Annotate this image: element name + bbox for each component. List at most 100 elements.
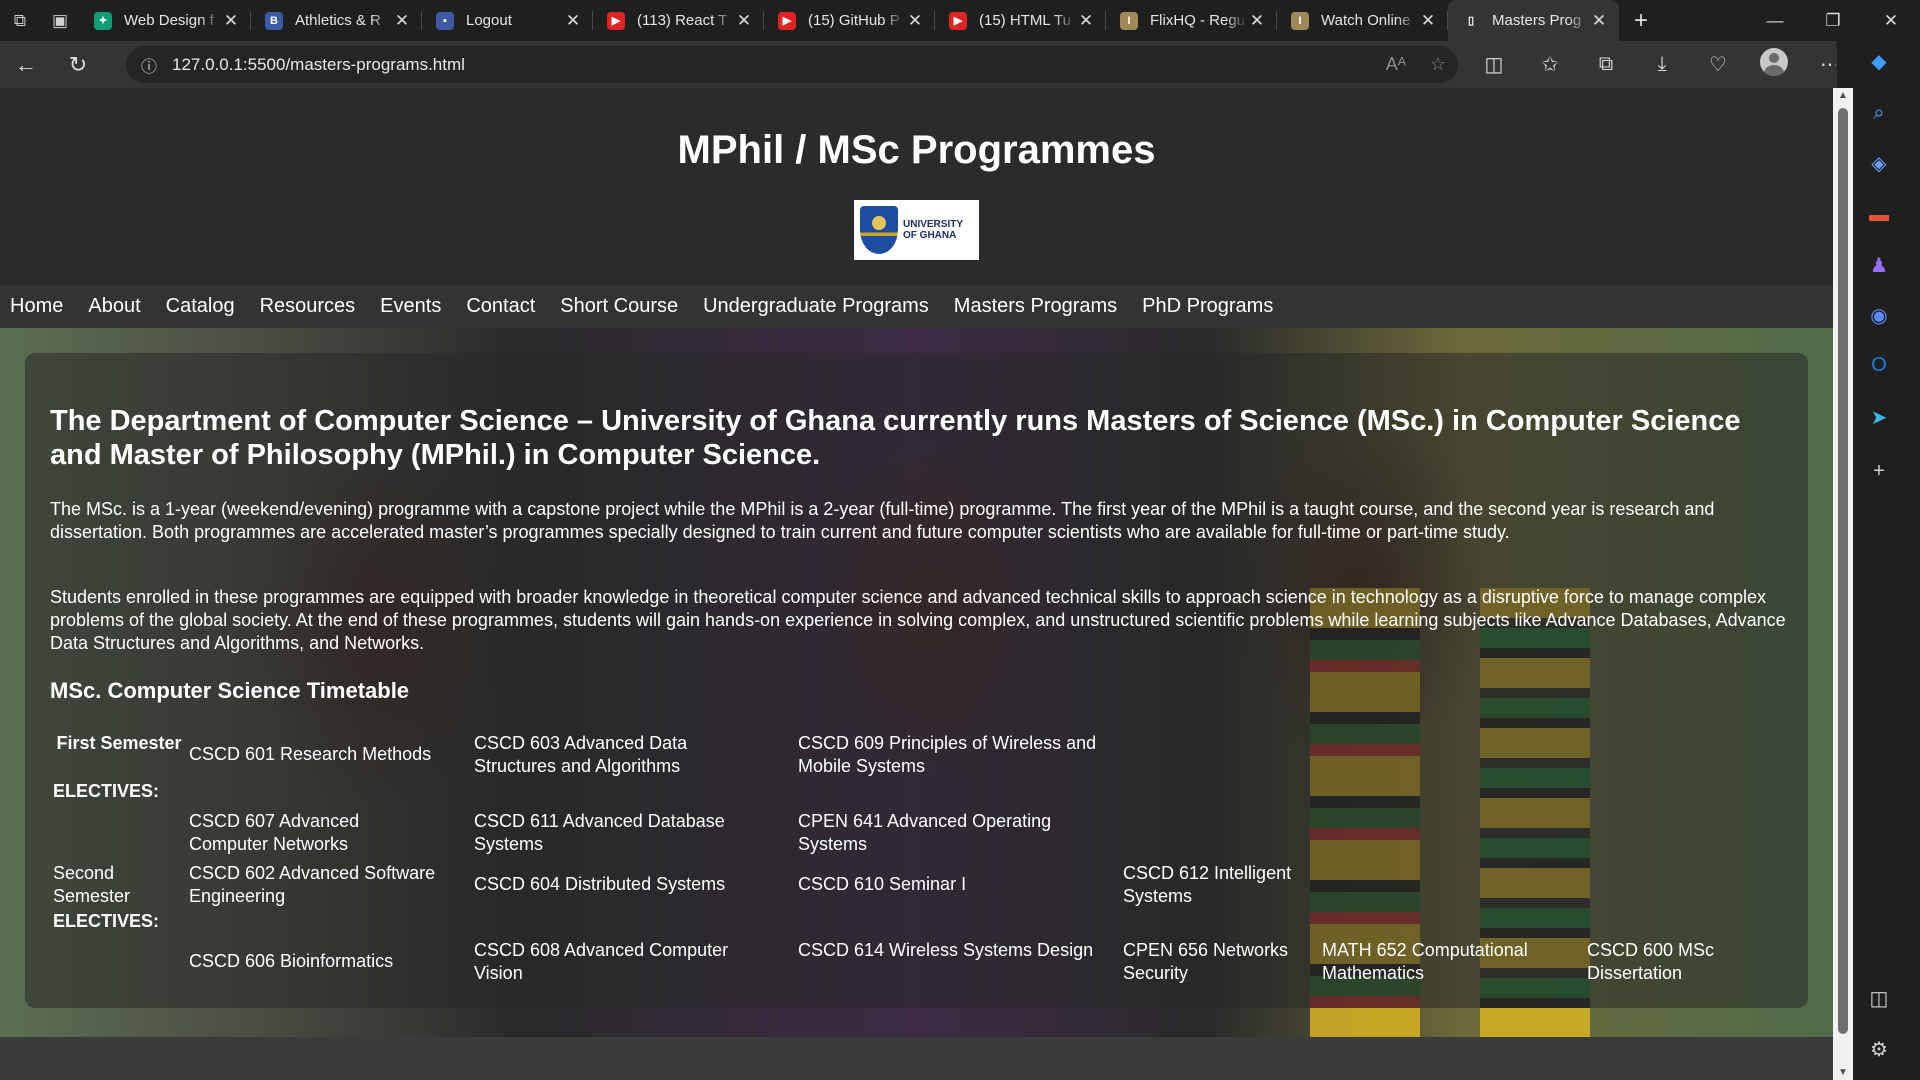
- course-cell: CSCD 606 Bioinformatics: [189, 951, 394, 971]
- tab-strip: ✦ Web Design f ✕ B Athletics & R ✕ ▪ Logout ✕ ▶ (1…: [80, 0, 1619, 41]
- chatgpt-icon: ✦: [94, 11, 112, 30]
- intro-paragraph-2: Students enrolled in these programmes ar…: [50, 587, 1786, 653]
- course-cell: CSCD 602 Advanced Software Engineering: [189, 863, 436, 906]
- logo-text-line2: OF GHANA: [903, 230, 957, 241]
- program-intro-heading: The Department of Computer Science – Uni…: [50, 405, 1741, 471]
- browser-tab[interactable]: ▶ (15) GitHub P ✕: [764, 0, 935, 41]
- electives-label: ELECTIVES:: [53, 911, 160, 931]
- page-title: MPhil / MSc Programmes: [677, 128, 1156, 172]
- address-bar[interactable]: ⓘ 127.0.0.1:5500/masters-programs.html A…: [126, 46, 1458, 83]
- course-cell: CPEN 641 Advanced Operating Systems: [798, 811, 1052, 854]
- nav-link-undergraduate-programs[interactable]: Undergraduate Programs: [703, 295, 929, 318]
- tab-title: Watch Online: [1321, 12, 1411, 29]
- close-window-icon[interactable]: ✕: [1862, 0, 1920, 41]
- course-cell: CSCD 609 Principles of Wireless and Mobi…: [798, 733, 1097, 776]
- browser-tab[interactable]: B Athletics & R ✕: [251, 0, 422, 41]
- profile-avatar[interactable]: [1746, 47, 1802, 82]
- minimize-icon[interactable]: —: [1746, 0, 1804, 41]
- intro-paragraph-1: The MSc. is a 1-year (weekend/evening) p…: [50, 499, 1715, 542]
- copilot-icon[interactable]: ◆: [1837, 41, 1920, 81]
- vertical-tabs-icon[interactable]: ▣: [40, 0, 80, 41]
- browser-tab[interactable]: I Watch Online ✕: [1277, 0, 1448, 41]
- nav-link-home[interactable]: Home: [10, 295, 63, 318]
- tab-title: Web Design f: [124, 12, 214, 29]
- course-cell: CSCD 614 Wireless Systems Design: [798, 940, 1094, 960]
- site-header: MPhil / MSc Programmes UNIVERSITY OF GHA…: [0, 88, 1833, 285]
- scroll-down-icon[interactable]: ▼: [1833, 1067, 1853, 1078]
- back-icon[interactable]: ←: [0, 41, 52, 88]
- favorite-star-icon[interactable]: ☆: [1430, 54, 1446, 75]
- browser-tab[interactable]: ▯ Masters Prog ✕: [1448, 0, 1619, 41]
- course-cell: CSCD 612 Intelligent Systems: [1123, 863, 1292, 906]
- tab-close-icon[interactable]: ✕: [1247, 11, 1267, 31]
- tab-close-icon[interactable]: ✕: [1076, 11, 1096, 31]
- tab-close-icon[interactable]: ✕: [1589, 11, 1609, 31]
- course-cell: CSCD 600 MSc Dissertation: [1587, 940, 1715, 983]
- restore-icon[interactable]: ❐: [1804, 0, 1862, 41]
- nav-link-phd-programs[interactable]: PhD Programs: [1142, 295, 1273, 318]
- page-icon: ▯: [1462, 11, 1480, 30]
- scroll-up-icon[interactable]: ▲: [1833, 90, 1853, 101]
- nav-link-masters-programs[interactable]: Masters Programs: [954, 295, 1117, 318]
- tab-close-icon[interactable]: ✕: [1418, 11, 1438, 31]
- site-info-icon[interactable]: ⓘ: [126, 53, 172, 77]
- youtube-icon: ▶: [607, 11, 625, 30]
- refresh-icon[interactable]: ↻: [52, 41, 104, 88]
- split-screen-icon[interactable]: ◫: [1466, 52, 1522, 77]
- nav-link-short-course[interactable]: Short Course: [560, 295, 678, 318]
- tab-close-icon[interactable]: ✕: [734, 11, 754, 31]
- scrollbar-thumb[interactable]: [1838, 108, 1848, 1034]
- performance-icon[interactable]: ♡: [1690, 52, 1746, 77]
- tab-title: Logout: [466, 12, 512, 29]
- web-page: MPhil / MSc Programmes UNIVERSITY OF GHA…: [0, 88, 1833, 1080]
- course-cell: CSCD 610 Seminar I: [798, 874, 967, 894]
- new-tab-button[interactable]: +: [1619, 7, 1663, 35]
- tab-close-icon[interactable]: ✕: [221, 11, 241, 31]
- window-controls: — ❐ ✕: [1746, 0, 1920, 41]
- timetable-heading: MSc. Computer Science Timetable: [50, 678, 410, 703]
- youtube-icon: ▶: [949, 11, 967, 30]
- course-cell: CSCD 603 Advanced Data Structures and Al…: [474, 733, 688, 776]
- page-scrollbar[interactable]: ▲ ▼: [1833, 88, 1853, 1080]
- course-cell: CSCD 611 Advanced Database Systems: [474, 811, 725, 854]
- course-cell: CSCD 601 Research Methods: [189, 744, 432, 764]
- tab-title: (113) React T: [637, 12, 728, 29]
- favorites-icon[interactable]: ✩: [1522, 52, 1578, 77]
- tab-close-icon[interactable]: ✕: [563, 11, 583, 31]
- nav-link-events[interactable]: Events: [380, 295, 441, 318]
- read-aloud-icon[interactable]: Aᴬ: [1386, 54, 1406, 75]
- first-semester-label: First Semester: [56, 733, 182, 753]
- nav-link-about[interactable]: About: [88, 295, 140, 318]
- course-cell: CPEN 656 Networks Security: [1123, 940, 1289, 983]
- browser-tab[interactable]: ▶ (15) HTML Tu ✕: [935, 0, 1106, 41]
- downloads-icon[interactable]: ⤓: [1634, 53, 1690, 76]
- nav-link-catalog[interactable]: Catalog: [166, 295, 235, 318]
- tab-close-icon[interactable]: ✕: [905, 11, 925, 31]
- course-cell: MATH 652 Computational Mathematics: [1322, 940, 1528, 983]
- nav-link-resources[interactable]: Resources: [260, 295, 356, 318]
- tab-title: Masters Prog: [1492, 12, 1582, 29]
- tab-title: Athletics & R: [295, 12, 381, 29]
- browser-tab[interactable]: ✦ Web Design f ✕: [80, 0, 251, 41]
- second-semester-label: Second Semester: [53, 863, 131, 906]
- youtube-icon: ▶: [778, 11, 796, 30]
- workspaces-icon[interactable]: ⧉: [0, 0, 40, 41]
- electives-label: ELECTIVES:: [53, 781, 160, 801]
- flixhq-icon: I: [1291, 11, 1309, 30]
- tab-close-icon[interactable]: ✕: [392, 11, 412, 31]
- logo-text-line1: UNIVERSITY: [903, 219, 964, 230]
- url-text[interactable]: 127.0.0.1:5500/masters-programs.html: [172, 55, 465, 75]
- browser-tab[interactable]: ▪ Logout ✕: [422, 0, 593, 41]
- university-logo[interactable]: UNIVERSITY OF GHANA: [854, 200, 979, 260]
- browser-tab[interactable]: I FlixHQ - Regu ✕: [1106, 0, 1277, 41]
- nav-link-contact[interactable]: Contact: [466, 295, 535, 318]
- browser-tab[interactable]: ▶ (113) React T ✕: [593, 0, 764, 41]
- crest-icon: [860, 206, 898, 254]
- browser-tab-bar: ⧉ ▣ ✦ Web Design f ✕ B Athletics & R ✕ ▪ Logout…: [0, 0, 1920, 41]
- flixhq-icon: I: [1120, 11, 1138, 30]
- page-footer-strip: [0, 1037, 1833, 1080]
- collections-icon[interactable]: ⧉: [1578, 53, 1634, 76]
- tab-title: (15) HTML Tu: [979, 12, 1071, 29]
- tab-title: (15) GitHub P: [808, 12, 900, 29]
- browser-toolbar: ◫ ✩ ⧉ ⤓ ♡ ⋯: [1466, 41, 1858, 88]
